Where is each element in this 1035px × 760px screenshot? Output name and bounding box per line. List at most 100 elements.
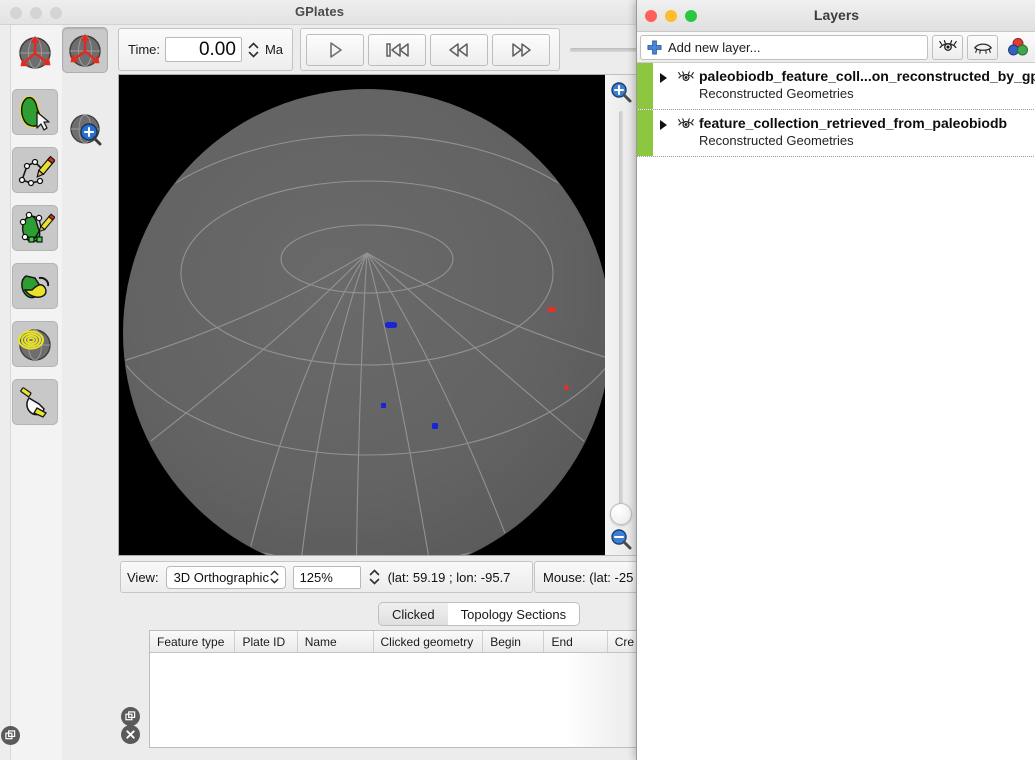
layer-name: paleobiodb_feature_coll...on_reconstruct…	[699, 68, 1035, 84]
layer-expand-arrow[interactable]	[653, 110, 673, 156]
window-title: GPlates	[294, 4, 345, 19]
time-input[interactable]: 0.00	[165, 37, 242, 62]
column-header-plate-id[interactable]: Plate ID	[235, 631, 298, 652]
rotate-globe-tool[interactable]	[62, 27, 108, 73]
feature-point-red-1	[547, 307, 556, 312]
chevron-down-icon	[369, 578, 379, 585]
feature-table[interactable]: Feature type Plate ID Name Clicked geome…	[149, 630, 638, 748]
chevron-up-icon	[248, 41, 259, 48]
duplicate-icon	[125, 711, 136, 721]
globe-rotate-icon	[69, 34, 101, 67]
zoom-in-icon[interactable]	[609, 80, 633, 104]
column-header-feature-type[interactable]: Feature type	[150, 631, 236, 652]
time-stepper[interactable]	[247, 37, 260, 63]
layer-info: feature_collection_retrieved_from_paleob…	[699, 110, 1035, 156]
view-status-bar: View: 3D Orthographic 125% (lat: 59.19 ;…	[120, 558, 638, 596]
hide-all-layers-button[interactable]	[967, 34, 998, 60]
layers-window-title: Layers	[813, 7, 860, 23]
layers-window: Layers Add new layer... paleobiodb_featu…	[636, 0, 1035, 760]
measure-distance-icon	[20, 387, 47, 418]
column-header-begin[interactable]: Begin	[483, 631, 545, 652]
eye-closed-icon	[973, 43, 992, 54]
digitise-polyline-tool[interactable]	[12, 147, 58, 193]
tab-topology-sections[interactable]: Topology Sections	[447, 603, 580, 625]
eye-open-icon	[678, 71, 694, 82]
close-x-icon	[126, 730, 135, 739]
fast-forward-icon	[512, 42, 531, 57]
measure-distance-tool[interactable]	[12, 379, 58, 425]
layer-colouring-button[interactable]	[1002, 35, 1033, 60]
duplicate-window-button[interactable]	[121, 707, 140, 726]
layer-visibility-toggle[interactable]	[673, 110, 699, 156]
layers-list: paleobiodb_feature_coll...on_reconstruct…	[637, 63, 1035, 760]
layer-type: Reconstructed Geometries	[699, 86, 854, 101]
add-new-layer-button[interactable]: Add new layer...	[640, 34, 928, 60]
click-geometry-tool[interactable]	[12, 89, 58, 135]
corner-duplicate-button[interactable]	[1, 726, 20, 745]
layer-expand-arrow[interactable]	[653, 63, 673, 109]
step-backward-button[interactable]	[430, 33, 488, 66]
plus-icon	[647, 39, 662, 55]
globe-zoom-icon	[70, 114, 102, 146]
layer-accent-bar	[637, 63, 653, 109]
layers-titlebar: Layers	[637, 0, 1035, 32]
column-header-created[interactable]: Cre	[608, 631, 637, 652]
time-control-group: Time: 0.00 Ma	[118, 28, 293, 71]
tab-clicked[interactable]: Clicked	[379, 603, 448, 625]
camera-position-label: (lat: 59.19 ; lon: -95.7	[387, 569, 511, 585]
skip-start-icon	[386, 42, 409, 57]
feature-inspection-panel: Clicked Topology Sections Feature type P…	[140, 600, 638, 760]
view-label: View:	[127, 569, 159, 585]
chevron-right-icon	[660, 120, 667, 130]
animation-speed-slider[interactable]	[566, 28, 638, 71]
projection-select-value: 3D Orthographic	[173, 569, 269, 585]
view-controls-group: View: 3D Orthographic 125% (lat: 59.19 ;…	[120, 561, 533, 593]
feature-point-blue-1	[385, 322, 397, 328]
left-toolbar	[0, 25, 102, 760]
move-vertex-tool[interactable]	[12, 205, 58, 251]
time-unit-label: Ma	[264, 42, 283, 57]
split-feature-tool[interactable]	[12, 263, 58, 309]
layer-accent-bar	[637, 110, 653, 156]
projection-select-chevrons	[269, 567, 281, 588]
feature-table-body[interactable]	[150, 653, 637, 747]
close-panel-button[interactable]	[121, 725, 140, 744]
layer-row[interactable]: paleobiodb_feature_coll...on_reconstruct…	[637, 63, 1035, 110]
duplicate-icon	[5, 730, 16, 740]
layer-row[interactable]: feature_collection_retrieved_from_paleob…	[637, 110, 1035, 157]
mouse-position-label: Mouse: (lat: -25	[534, 561, 638, 593]
globe-canvas[interactable]	[119, 75, 607, 555]
show-all-layers-button[interactable]	[932, 34, 963, 60]
zoom-out-icon[interactable]	[609, 527, 633, 551]
play-button[interactable]	[306, 33, 364, 66]
column-header-end[interactable]: End	[544, 631, 608, 652]
zoom-level-stepper[interactable]	[368, 564, 381, 590]
column-header-name[interactable]: Name	[298, 631, 374, 652]
gplates-main-window: GPlates Time: 0.00 Ma View: 3D Orthograp…	[0, 0, 639, 760]
manipulate-pole-tool[interactable]	[12, 321, 58, 367]
zoom-slider-handle[interactable]	[610, 503, 632, 525]
eye-open-icon	[678, 118, 694, 129]
skip-to-beginning-button[interactable]	[368, 33, 426, 66]
layers-toolbar: Add new layer...	[637, 32, 1035, 63]
bottom-tabstrip: Clicked Topology Sections	[378, 602, 581, 626]
layer-visibility-toggle[interactable]	[673, 63, 699, 109]
globe-viewport[interactable]	[118, 74, 638, 556]
table-edge-fade	[567, 653, 637, 747]
speed-slider-track	[570, 48, 638, 52]
time-label: Time:	[128, 42, 161, 57]
projection-select[interactable]: 3D Orthographic	[165, 565, 286, 589]
zoom-level-input[interactable]: 125%	[292, 565, 361, 589]
column-header-clicked-geometry[interactable]: Clicked geometry	[374, 631, 484, 652]
zoom-slider-track	[619, 111, 623, 513]
colour-circles-icon	[1007, 38, 1028, 56]
move-vertex-icon	[19, 211, 55, 243]
add-new-layer-label: Add new layer...	[668, 39, 761, 55]
drag-globe-tool[interactable]	[12, 29, 58, 75]
zoom-globe-tool[interactable]	[62, 107, 108, 153]
gplates-titlebar: GPlates	[0, 0, 638, 25]
split-feature-icon	[21, 275, 50, 299]
feature-point-red-2	[564, 385, 569, 390]
click-geometry-icon	[19, 95, 50, 131]
step-forward-button[interactable]	[492, 33, 550, 66]
